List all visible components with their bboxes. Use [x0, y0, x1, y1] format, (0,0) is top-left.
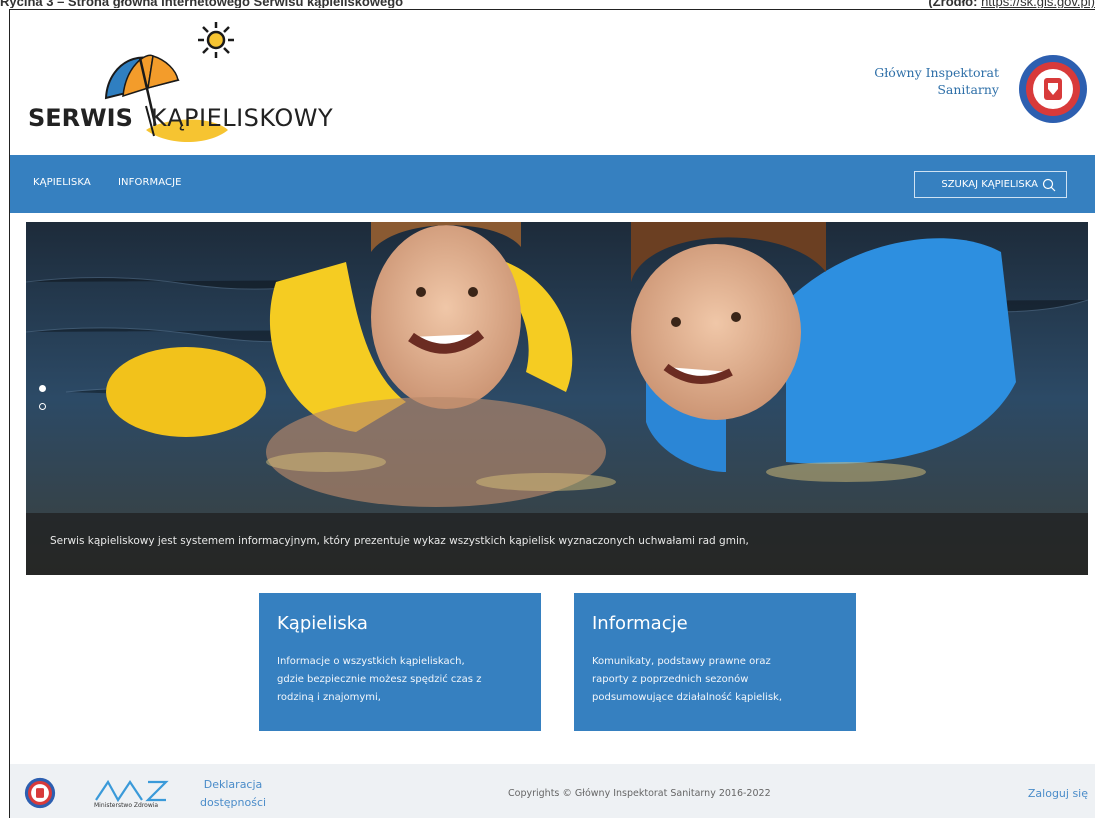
card-description-line: podsumowujące działalność kąpielisk,: [592, 692, 782, 703]
source-prefix: (Źródło:: [928, 0, 978, 8]
card-description: Informacje o wszystkich kąpieliskach, gd…: [277, 653, 523, 707]
card-description-line: gdzie bezpiecznie możesz spędzić czas z: [277, 674, 482, 685]
hero-carousel[interactable]: Serwis kąpieliskowy jest systemem inform…: [26, 222, 1088, 575]
search-icon: [1042, 178, 1056, 191]
card-description-line: Informacje o wszystkich kąpieliskach,: [277, 656, 465, 667]
gis-emblem-icon[interactable]: [24, 777, 56, 809]
site-footer: Ministerstwo Zdrowia Deklaracja dostępno…: [10, 764, 1095, 818]
card-description: Komunikaty, podstawy prawne oraz raporty…: [592, 653, 838, 707]
carousel-indicator-2[interactable]: [39, 403, 46, 410]
source-link[interactable]: https://sk.gis.gov.pl): [981, 0, 1095, 8]
hero-caption: Serwis kąpieliskowy jest systemem inform…: [26, 513, 1088, 575]
login-link[interactable]: Zaloguj się: [1028, 787, 1088, 800]
site-header: SERWIS KĄPIELISKOWY Główny Inspektorat Sa…: [10, 10, 1095, 155]
sun-icon: [198, 22, 234, 58]
card-title: Informacje: [592, 613, 688, 634]
search-bathing-sites-button[interactable]: SZUKAJ KĄPIELISKA: [914, 171, 1067, 198]
institution-name-line2: Sanitarny: [937, 82, 999, 97]
website-frame: SERWIS KĄPIELISKOWY Główny Inspektorat Sa…: [9, 9, 1095, 818]
card-description-line: rodziną i znajomymi,: [277, 692, 381, 703]
umbrella-sun-logo-icon: [104, 22, 234, 142]
gis-emblem-icon[interactable]: [1017, 53, 1089, 125]
document-caption: Rycina 3 – Strona główna internetowego S…: [0, 0, 1095, 8]
nav-item-informacje[interactable]: INFORMACJE: [118, 177, 182, 188]
accessibility-declaration-link[interactable]: Deklaracja dostępności: [200, 776, 266, 812]
document-caption-left: Rycina 3 – Strona główna internetowego S…: [0, 0, 404, 8]
main-navigation: KĄPIELISKA INFORMACJE SZUKAJ KĄPIELISKA: [10, 155, 1095, 213]
logo-text-bold: SERWIS: [28, 104, 133, 132]
institution-name[interactable]: Główny Inspektorat Sanitarny: [874, 64, 999, 98]
card-kapieliska[interactable]: Kąpieliska Informacje o wszystkich kąpie…: [259, 593, 541, 731]
site-logo[interactable]: SERWIS KĄPIELISKOWY: [28, 18, 368, 153]
copyright-text: Copyrights © Główny Inspektorat Sanitarn…: [508, 788, 771, 799]
card-description-line: Komunikaty, podstawy prawne oraz: [592, 656, 771, 667]
card-description-line: raporty z poprzednich sezonów: [592, 674, 749, 685]
declaration-line1: Deklaracja: [203, 778, 263, 791]
carousel-indicator-1[interactable]: [39, 385, 46, 392]
card-title: Kąpieliska: [277, 613, 368, 634]
card-informacje[interactable]: Informacje Komunikaty, podstawy prawne o…: [574, 593, 856, 731]
ministry-caption: Ministerstwo Zdrowia: [94, 802, 159, 809]
search-button-label: SZUKAJ KĄPIELISKA: [941, 179, 1038, 190]
declaration-line2: dostępności: [200, 796, 267, 809]
logo-text-light: KĄPIELISKOWY: [150, 104, 334, 132]
nav-item-kapieliska[interactable]: KĄPIELISKA: [33, 177, 91, 188]
document-caption-source: (Źródło: https://sk.gis.gov.pl): [928, 0, 1095, 8]
logo-text: SERWIS KĄPIELISKOWY: [28, 104, 333, 132]
institution-name-line1: Główny Inspektorat: [874, 65, 999, 80]
